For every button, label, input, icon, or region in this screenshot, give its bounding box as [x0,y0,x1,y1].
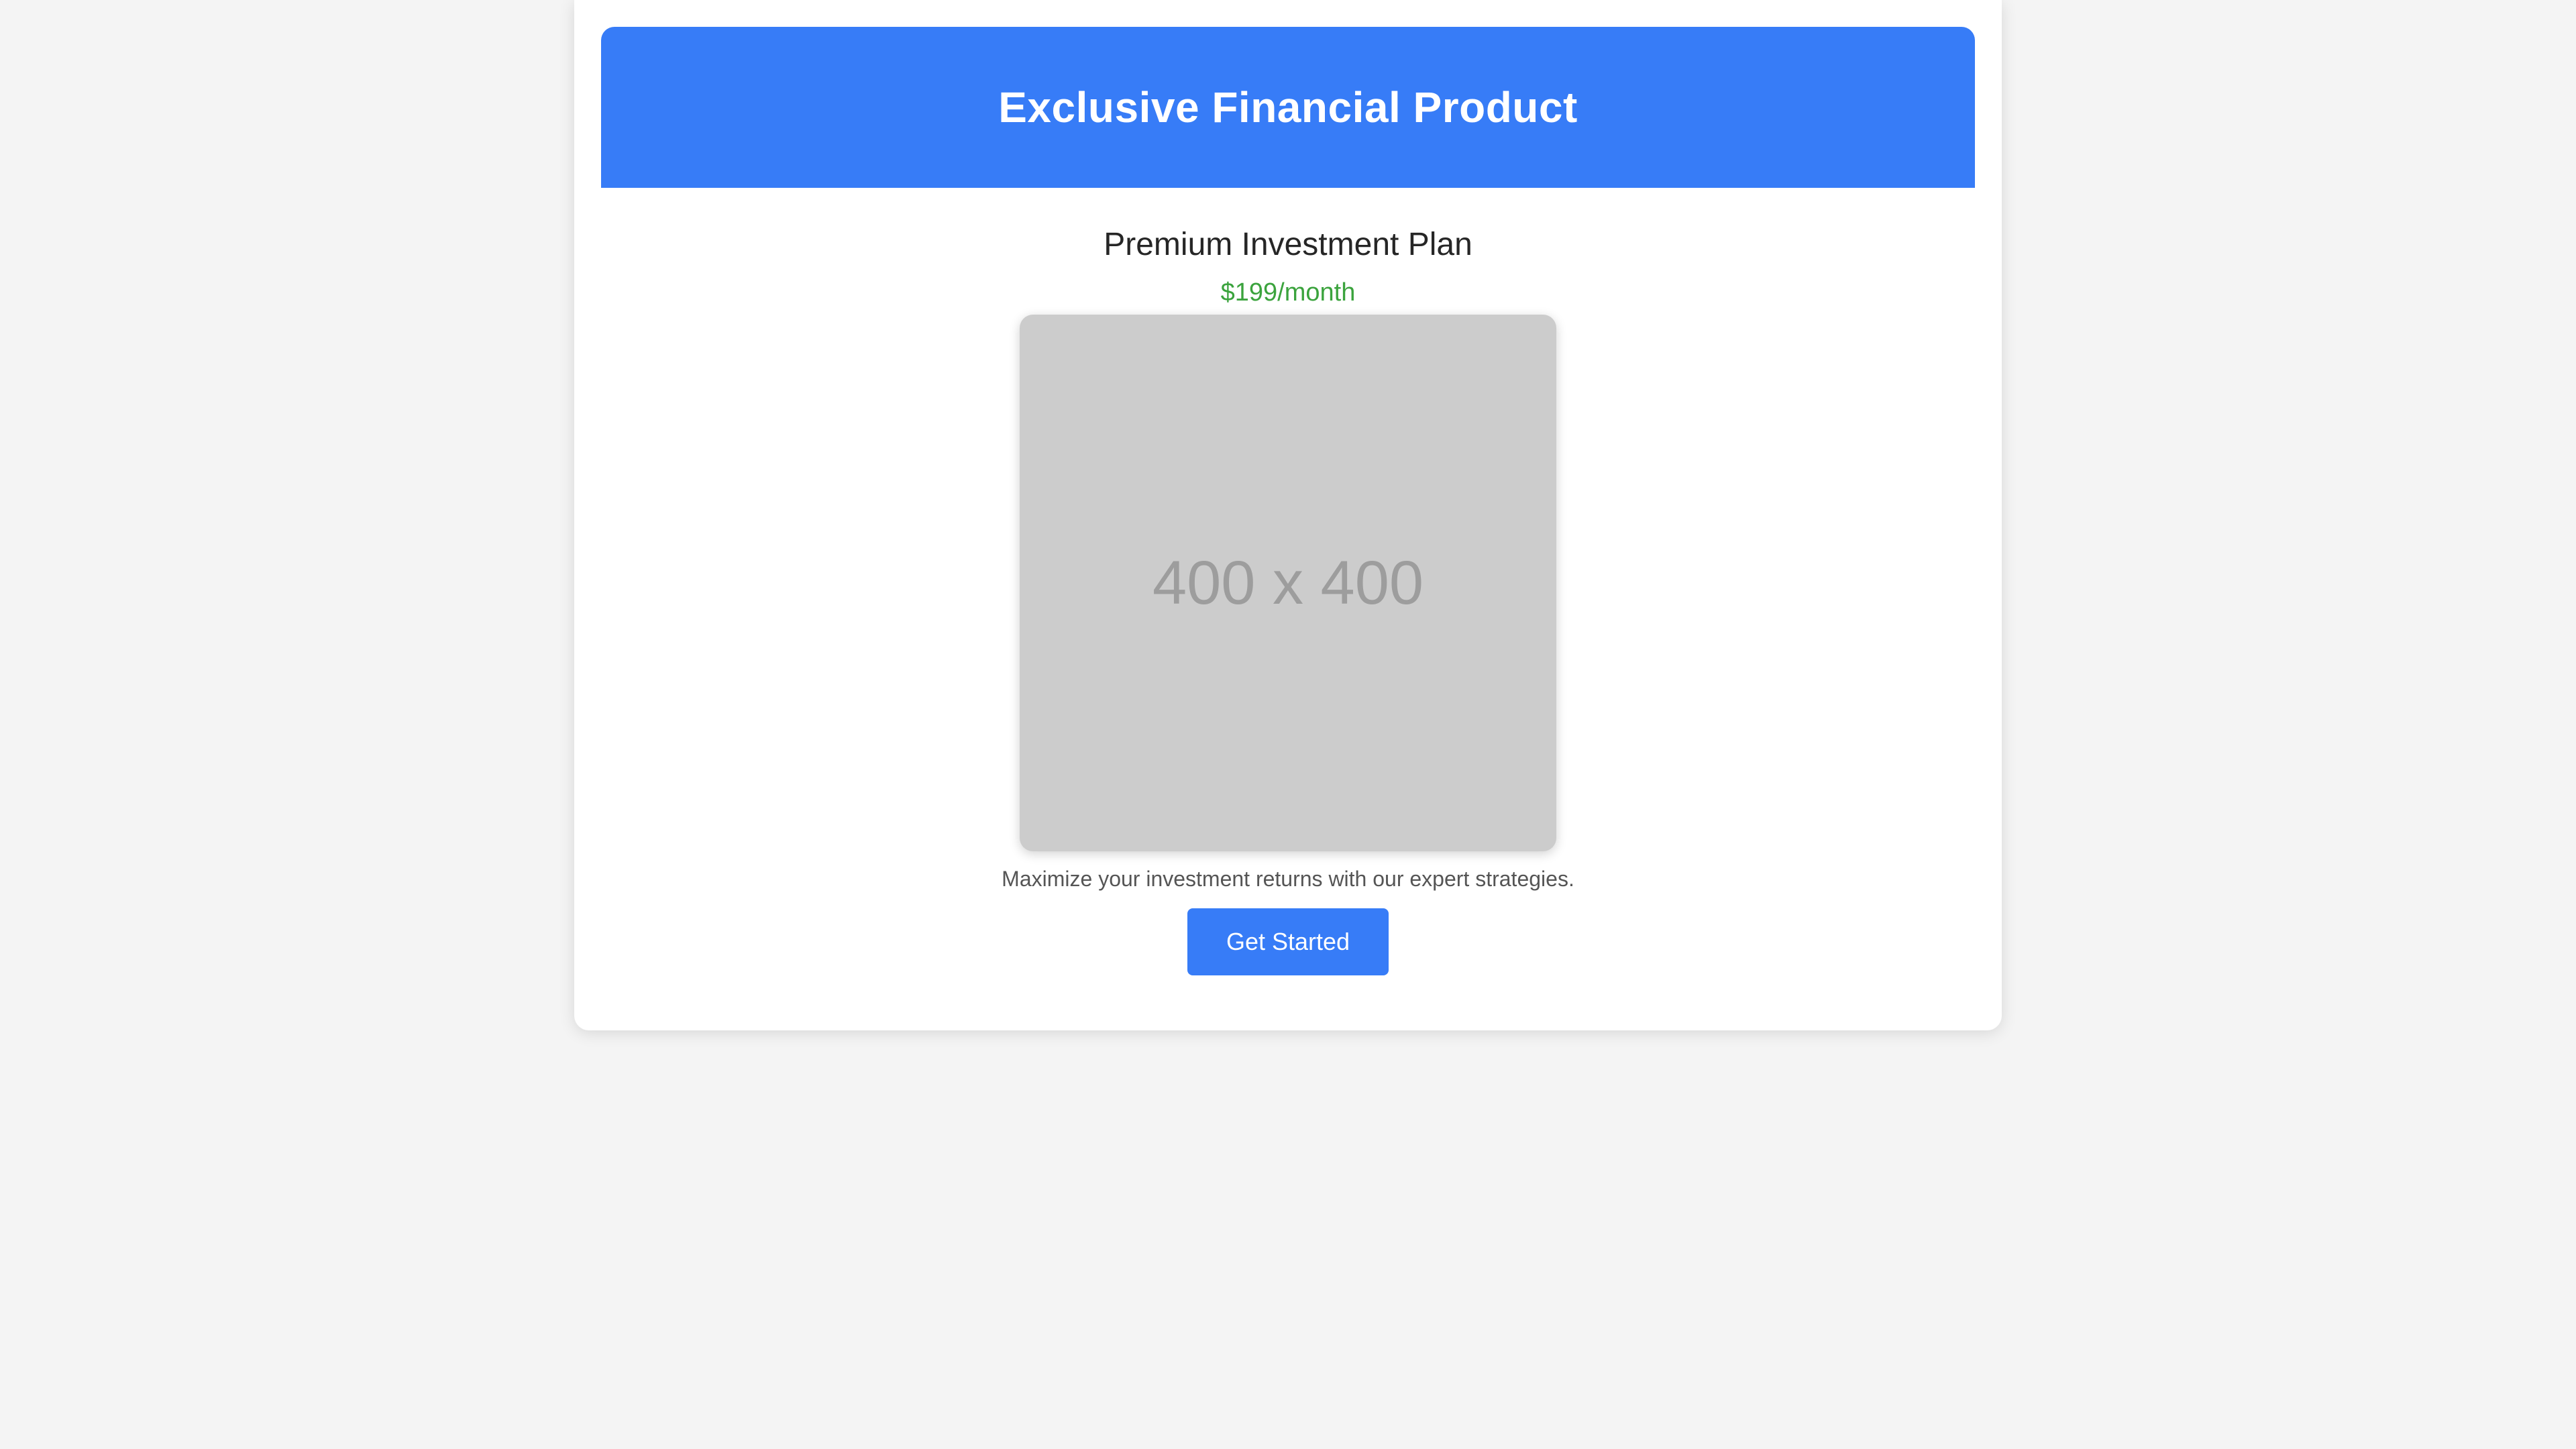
product-card: Exclusive Financial Product Premium Inve… [574,0,2002,1030]
plan-title: Premium Investment Plan [1104,227,1472,262]
product-content: Premium Investment Plan $199/month 400 x… [601,188,1975,975]
product-description: Maximize your investment returns with ou… [1002,867,1574,892]
get-started-button[interactable]: Get Started [1187,908,1389,975]
price-label: $199/month [1220,278,1356,307]
product-image-placeholder: 400 x 400 [1020,315,1556,852]
page-title: Exclusive Financial Product [998,83,1578,131]
image-placeholder-label: 400 x 400 [1152,548,1424,617]
header-banner: Exclusive Financial Product [601,27,1975,188]
